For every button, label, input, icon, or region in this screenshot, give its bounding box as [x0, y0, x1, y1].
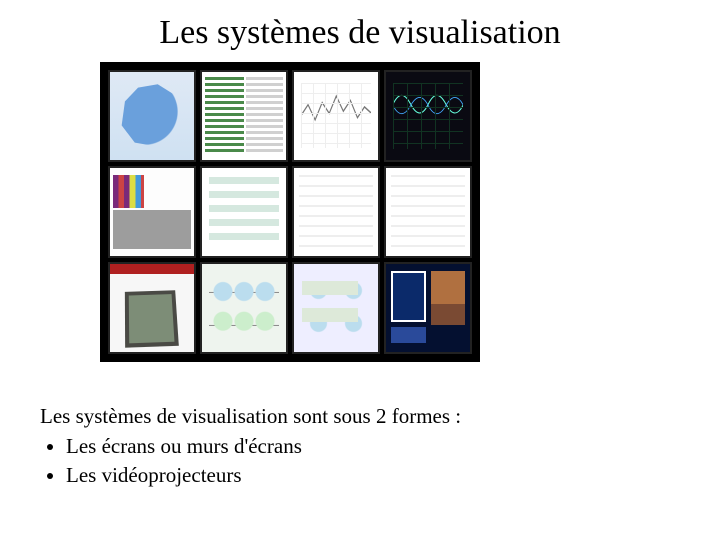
slide-title: Les systèmes de visualisation [40, 14, 680, 52]
wall-screen-clipboard [108, 262, 196, 354]
wall-screen-bars [108, 166, 196, 258]
list-item: Les écrans ou murs d'écrans [66, 432, 680, 460]
video-wall-photo [100, 62, 480, 362]
wall-screen-oscilloscope [384, 70, 472, 162]
wall-screen-report [292, 166, 380, 258]
wall-screen-list [200, 166, 288, 258]
wall-screen-map [108, 70, 196, 162]
bullet-list: Les écrans ou murs d'écrans Les vidéopro… [40, 432, 680, 489]
video-wall-grid [108, 70, 472, 354]
intro-line: Les systèmes de visualisation sont sous … [40, 402, 680, 430]
wall-screen-line-chart [292, 70, 380, 162]
wall-screen-broadcast [384, 262, 472, 354]
body-text: Les systèmes de visualisation sont sous … [40, 402, 680, 489]
wall-screen-report-2 [384, 166, 472, 258]
wall-screen-diagram-2 [292, 262, 380, 354]
list-item: Les vidéoprojecteurs [66, 461, 680, 489]
wall-screen-table [200, 70, 288, 162]
wall-screen-diagram [200, 262, 288, 354]
slide: Les systèmes de visualisation [0, 0, 720, 540]
